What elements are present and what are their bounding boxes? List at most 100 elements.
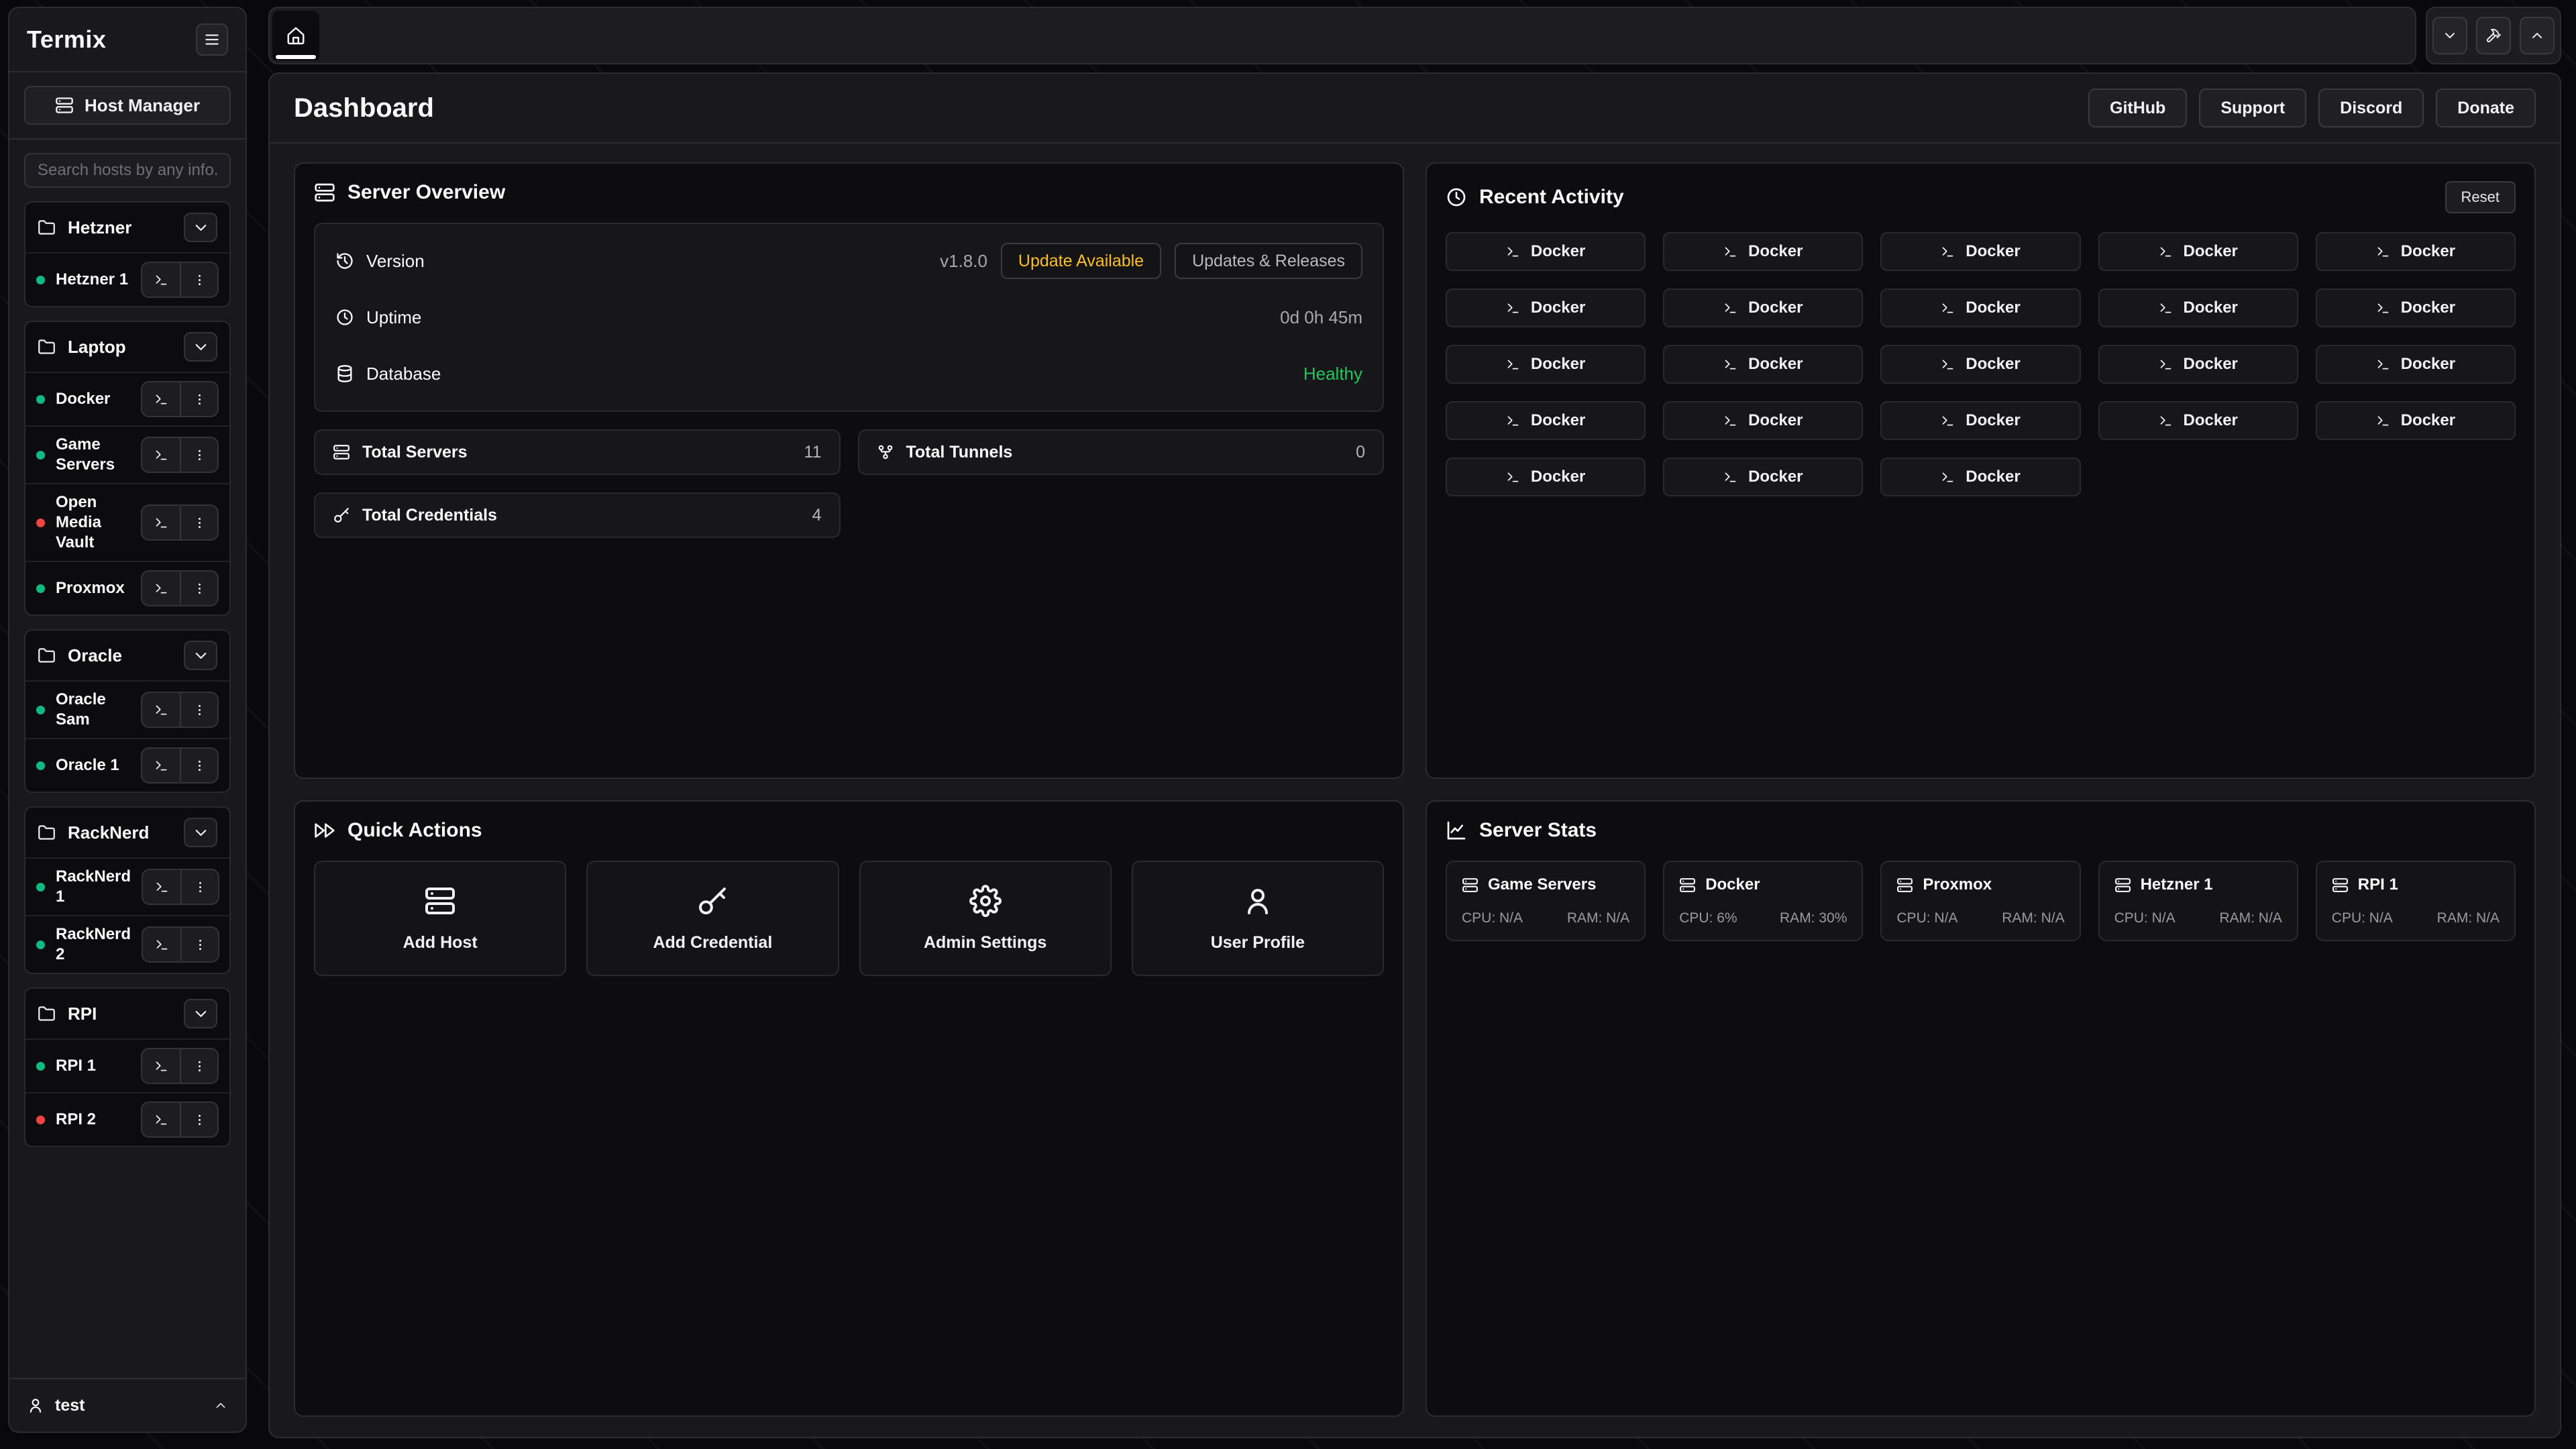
group-header-rpi[interactable]: RPI — [25, 989, 229, 1038]
activity-docker-button[interactable]: Docker — [1446, 345, 1646, 384]
group-header-racknerd[interactable]: RackNerd — [25, 808, 229, 857]
server-stats-title: Server Stats — [1479, 819, 1597, 842]
activity-docker-button[interactable]: Docker — [2098, 401, 2298, 440]
search-input[interactable] — [24, 153, 231, 188]
host-terminal-button[interactable] — [142, 506, 180, 539]
activity-docker-button[interactable]: Docker — [1880, 232, 2080, 271]
host-row-open-media-vault[interactable]: Open Media Vault — [25, 483, 229, 561]
version-label: Version — [366, 251, 425, 272]
tab-home[interactable] — [272, 11, 319, 60]
activity-docker-button[interactable]: Docker — [2316, 232, 2516, 271]
expand-tabs-button[interactable] — [2520, 17, 2555, 54]
main-panel: Dashboard GitHubSupportDiscordDonate Ser… — [268, 72, 2561, 1438]
activity-docker-button[interactable]: Docker — [2098, 288, 2298, 327]
collapse-tabs-button[interactable] — [2432, 17, 2467, 54]
host-menu-button[interactable] — [180, 749, 217, 782]
tools-button[interactable] — [2476, 17, 2511, 54]
support-button[interactable]: Support — [2199, 89, 2306, 127]
host-row-rpi-2[interactable]: RPI 2 — [25, 1092, 229, 1146]
user-profile-button[interactable]: User Profile — [1132, 861, 1384, 976]
group-header-hetzner[interactable]: Hetzner — [25, 203, 229, 252]
activity-docker-button[interactable]: Docker — [2316, 288, 2516, 327]
fast-forward-icon — [314, 820, 335, 841]
host-menu-button[interactable] — [180, 382, 217, 416]
host-menu-button[interactable] — [180, 438, 217, 472]
host-menu-button[interactable] — [180, 1049, 217, 1083]
group-collapse-button[interactable] — [184, 818, 217, 847]
host-row-hetzner-1[interactable]: Hetzner 1 — [25, 252, 229, 306]
terminal-icon — [1506, 301, 1520, 315]
activity-docker-button[interactable]: Docker — [1446, 232, 1646, 271]
username: test — [55, 1396, 85, 1415]
host-manager-button[interactable]: Host Manager — [24, 86, 231, 125]
host-row-game-servers[interactable]: Game Servers — [25, 425, 229, 483]
host-terminal-button[interactable] — [142, 438, 180, 472]
host-terminal-button[interactable] — [143, 870, 180, 904]
host-terminal-button[interactable] — [142, 572, 180, 605]
host-menu-button[interactable] — [180, 1103, 217, 1136]
activity-docker-button[interactable]: Docker — [1880, 458, 2080, 496]
host-menu-button[interactable] — [180, 263, 217, 297]
reset-button[interactable]: Reset — [2445, 181, 2516, 213]
host-row-proxmox[interactable]: Proxmox — [25, 561, 229, 614]
host-row-rpi-1[interactable]: RPI 1 — [25, 1038, 229, 1092]
group-collapse-button[interactable] — [184, 641, 217, 670]
add-host-button[interactable]: Add Host — [314, 861, 566, 976]
group-collapse-button[interactable] — [184, 332, 217, 362]
activity-docker-button[interactable]: Docker — [1663, 401, 1863, 440]
host-actions — [141, 504, 219, 541]
updates-releases-button[interactable]: Updates & Releases — [1175, 243, 1362, 279]
group-collapse-button[interactable] — [184, 999, 217, 1028]
sidebar-menu-button[interactable] — [196, 23, 228, 56]
activity-docker-button[interactable]: Docker — [1446, 288, 1646, 327]
group-header-laptop[interactable]: Laptop — [25, 322, 229, 372]
host-terminal-button[interactable] — [142, 693, 180, 727]
activity-docker-button[interactable]: Docker — [1446, 401, 1646, 440]
activity-docker-button[interactable]: Docker — [1663, 458, 1863, 496]
admin-settings-button[interactable]: Admin Settings — [859, 861, 1112, 976]
host-row-oracle-sam[interactable]: Oracle Sam — [25, 680, 229, 738]
host-row-racknerd-2[interactable]: RackNerd 2 — [25, 915, 229, 973]
host-terminal-button[interactable] — [142, 263, 180, 297]
stat-cpu: CPU: N/A — [2114, 910, 2176, 926]
ellipsis-vertical-icon — [193, 1113, 207, 1127]
host-menu-button[interactable] — [180, 870, 218, 904]
discord-button[interactable]: Discord — [2318, 89, 2424, 127]
activity-docker-button[interactable]: Docker — [2098, 345, 2298, 384]
host-terminal-button[interactable] — [142, 1103, 180, 1136]
activity-docker-button[interactable]: Docker — [2316, 401, 2516, 440]
host-terminal-button[interactable] — [143, 928, 180, 961]
host-row-oracle-1[interactable]: Oracle 1 — [25, 738, 229, 792]
host-row-racknerd-1[interactable]: RackNerd 1 — [25, 857, 229, 915]
activity-docker-button[interactable]: Docker — [1880, 288, 2080, 327]
activity-docker-button[interactable]: Docker — [1663, 288, 1863, 327]
host-menu-button[interactable] — [180, 928, 218, 961]
github-button[interactable]: GitHub — [2088, 89, 2187, 127]
activity-label: Docker — [2184, 355, 2238, 374]
activity-docker-button[interactable]: Docker — [1880, 401, 2080, 440]
user-menu[interactable]: test — [9, 1378, 246, 1432]
host-menu-button[interactable] — [180, 572, 217, 605]
update-available-button[interactable]: Update Available — [1001, 243, 1161, 279]
add-credential-button[interactable]: Add Credential — [586, 861, 839, 976]
group-collapse-button[interactable] — [184, 213, 217, 242]
group-header-oracle[interactable]: Oracle — [25, 631, 229, 680]
activity-docker-button[interactable]: Docker — [2316, 345, 2516, 384]
chevron-down-icon — [192, 1005, 210, 1023]
activity-docker-button[interactable]: Docker — [1663, 345, 1863, 384]
database-icon — [335, 364, 354, 383]
activity-docker-button[interactable]: Docker — [1880, 345, 2080, 384]
host-terminal-button[interactable] — [142, 382, 180, 416]
terminal-icon — [2376, 301, 2390, 315]
host-menu-button[interactable] — [180, 506, 217, 539]
activity-docker-button[interactable]: Docker — [2098, 232, 2298, 271]
activity-docker-button[interactable]: Docker — [1663, 232, 1863, 271]
host-terminal-button[interactable] — [142, 749, 180, 782]
donate-button[interactable]: Donate — [2436, 89, 2536, 127]
host-menu-button[interactable] — [180, 693, 217, 727]
activity-docker-button[interactable]: Docker — [1446, 458, 1646, 496]
host-row-docker[interactable]: Docker — [25, 372, 229, 425]
quick-actions-header: Quick Actions — [314, 819, 1384, 842]
host-terminal-button[interactable] — [142, 1049, 180, 1083]
recent-activity-header: Recent Activity Reset — [1446, 181, 2516, 213]
